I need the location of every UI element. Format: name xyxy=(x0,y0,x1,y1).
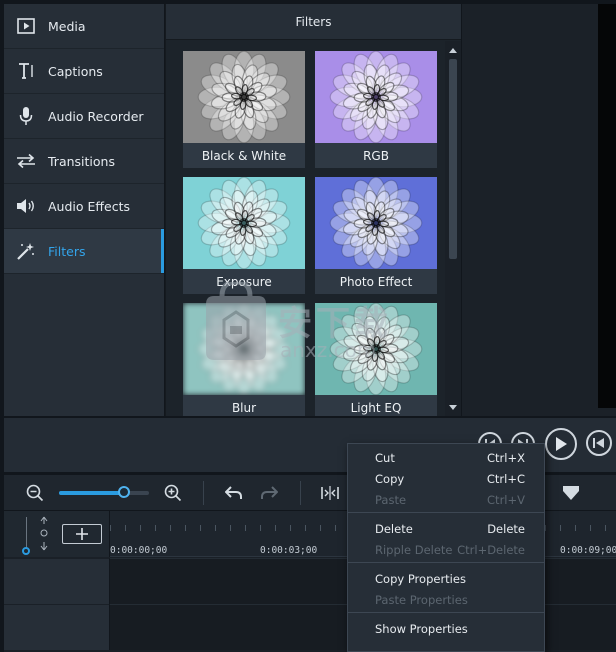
filters-scrollbar[interactable] xyxy=(445,41,461,416)
filter-label: Light EQ xyxy=(315,395,437,416)
scroll-thumb[interactable] xyxy=(449,59,457,259)
skip-to-start-button[interactable] xyxy=(586,430,612,456)
filter-thumbnail xyxy=(183,51,305,143)
filter-thumbnail xyxy=(183,177,305,269)
plus-icon xyxy=(76,528,88,540)
timestamp-label: 0:00:00;00 xyxy=(110,545,168,556)
filter-label: RGB xyxy=(315,143,437,168)
redo-icon xyxy=(261,486,278,499)
sidebar-item-captions[interactable]: Captions xyxy=(4,49,164,93)
filter-tile-black-white[interactable]: Black & White xyxy=(183,51,305,168)
menu-item-shortcut: Ctrl+Delete xyxy=(457,542,525,557)
microphone-icon xyxy=(4,106,48,126)
menu-item-shortcut: Delete xyxy=(487,521,525,536)
skip-start-icon xyxy=(593,438,604,448)
sidebar-item-audio-effects[interactable]: Audio Effects xyxy=(4,184,164,228)
zoom-out-icon xyxy=(26,484,44,502)
filter-thumbnail xyxy=(315,51,437,143)
magic-wand-icon xyxy=(4,241,48,261)
menu-item-label: Show Properties xyxy=(375,621,468,636)
track-header-2[interactable] xyxy=(4,604,110,650)
add-track-button[interactable] xyxy=(62,524,102,544)
split-button[interactable] xyxy=(319,475,341,511)
text-icon xyxy=(4,62,48,80)
menu-item-label: Ripple Delete xyxy=(375,542,453,557)
split-icon xyxy=(321,486,339,500)
watermark-url: anxz.com xyxy=(280,338,377,362)
menu-item-ripple-delete[interactable]: Ripple Delete Ctrl+Delete xyxy=(348,539,544,560)
context-menu: Cut Ctrl+X Copy Ctrl+C Paste Ctrl+V Dele… xyxy=(347,443,545,652)
preview-area xyxy=(462,4,616,416)
filter-label: Blur xyxy=(183,395,305,416)
menu-item-label: Paste xyxy=(375,492,407,507)
menu-item-paste[interactable]: Paste Ctrl+V xyxy=(348,489,544,510)
sidebar-item-label: Transitions xyxy=(48,153,115,169)
sidebar-item-label: Audio Effects xyxy=(48,198,130,214)
media-icon xyxy=(4,18,48,34)
sidebar-item-label: Filters xyxy=(48,243,86,259)
filter-thumbnail xyxy=(315,177,437,269)
playhead-handle[interactable] xyxy=(22,547,30,555)
menu-item-copy-properties[interactable]: Copy Properties xyxy=(348,568,544,589)
filter-label: Black & White xyxy=(183,143,305,168)
menu-item-paste-properties[interactable]: Paste Properties xyxy=(348,589,544,610)
menu-item-label: Delete xyxy=(375,521,413,536)
menu-item-cut[interactable]: Cut Ctrl+X xyxy=(348,447,544,468)
filter-tile-exposure[interactable]: Exposure xyxy=(183,177,305,294)
zoom-slider-handle[interactable] xyxy=(117,486,130,498)
menu-item-show-properties[interactable]: Show Properties xyxy=(348,618,544,639)
menu-item-copy[interactable]: Copy Ctrl+C xyxy=(348,468,544,489)
menu-item-shortcut: Ctrl+C xyxy=(486,471,525,486)
sidebar-item-audio-recorder[interactable]: Audio Recorder xyxy=(4,94,164,138)
sidebar-item-media[interactable]: Media xyxy=(4,4,164,48)
scroll-up-arrow-icon[interactable] xyxy=(445,43,461,57)
menu-item-label: Copy xyxy=(375,471,405,486)
undo-button[interactable] xyxy=(222,475,246,511)
transitions-icon xyxy=(4,153,48,169)
sidebar-item-label: Media xyxy=(48,18,86,34)
sidebar-item-filters[interactable]: Filters xyxy=(4,229,164,273)
sidebar: Media Captions Audio Recorder Transition… xyxy=(4,4,164,416)
sidebar-item-label: Audio Recorder xyxy=(48,108,144,124)
marker-button[interactable] xyxy=(560,475,582,511)
preview-screen xyxy=(598,4,616,408)
zoom-in-button[interactable] xyxy=(162,475,184,511)
menu-item-shortcut: Ctrl+X xyxy=(487,450,525,465)
zoom-out-button[interactable] xyxy=(24,475,46,511)
zoom-in-icon xyxy=(164,484,182,502)
menu-item-delete[interactable]: Delete Delete xyxy=(348,518,544,539)
undo-icon xyxy=(225,486,242,499)
marker-icon xyxy=(563,486,579,500)
play-button[interactable] xyxy=(545,428,577,460)
sidebar-item-label: Captions xyxy=(48,63,103,79)
zoom-slider-fill xyxy=(59,491,124,495)
track-header-1[interactable] xyxy=(4,558,110,604)
menu-item-label: Copy Properties xyxy=(375,571,466,586)
scroll-down-arrow-icon[interactable] xyxy=(445,400,461,414)
sidebar-item-transitions[interactable]: Transitions xyxy=(4,139,164,183)
timestamp-label: 0:00:03;00 xyxy=(260,545,318,556)
filter-tile-photo-effect[interactable]: Photo Effect xyxy=(315,177,437,294)
filters-title: Filters xyxy=(166,4,461,40)
zoom-slider-track[interactable] xyxy=(59,491,149,495)
play-icon xyxy=(556,437,567,451)
watermark-logo: 安下载 anxz.com xyxy=(196,279,436,372)
menu-item-label: Cut xyxy=(375,450,395,465)
menu-item-shortcut: Ctrl+V xyxy=(487,492,525,507)
redo-button[interactable] xyxy=(257,475,281,511)
timestamp-label: 0:00:09;00 xyxy=(560,545,616,556)
zoom-fit-icon[interactable] xyxy=(39,516,49,552)
filter-tile-rgb[interactable]: RGB xyxy=(315,51,437,168)
menu-item-label: Paste Properties xyxy=(375,592,468,607)
speaker-icon xyxy=(4,198,48,214)
timeline-header xyxy=(4,511,110,557)
